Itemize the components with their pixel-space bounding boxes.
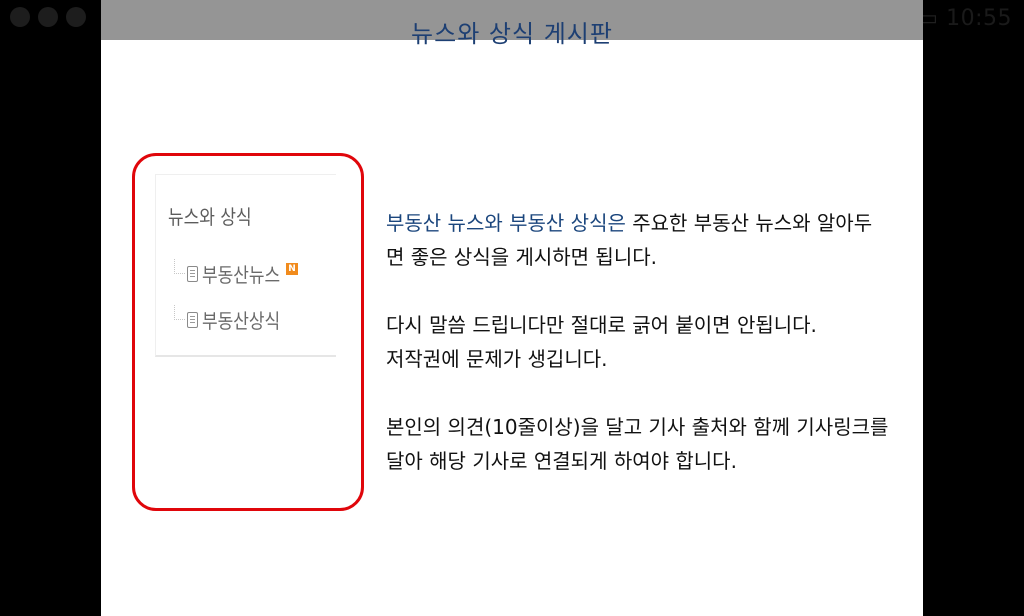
board-title: 뉴스와 상식 <box>168 205 252 229</box>
board-item-label: 부동산뉴스 <box>202 263 281 287</box>
paragraph-line: 저작권에 문제가 생깁니다. <box>386 347 608 371</box>
paragraph-2: 다시 말씀 드립니다만 절대로 긁어 붙이면 안됩니다. 저작권에 문제가 생깁… <box>386 308 916 376</box>
line-text: 면 좋은 상식을 게시하면 됩니다. <box>386 245 657 269</box>
body-text: 부동산 뉴스와 부동산 상식은 주요한 부동산 뉴스와 알아두 면 좋은 상식을… <box>386 206 916 512</box>
paragraph-line: 본인의 의견(10줄이상)을 달고 기사 출처와 함께 기사링크를 <box>386 415 889 439</box>
new-badge: N <box>286 262 298 275</box>
app-icon <box>10 7 30 27</box>
paragraph-line: 다시 말씀 드립니다만 절대로 긁어 붙이면 안됩니다. <box>386 313 817 337</box>
paragraph-line: 부동산 뉴스와 부동산 상식은 주요한 부동산 뉴스와 알아두 <box>386 206 916 240</box>
screenshot-frame: 뉴스와 상식 부동산뉴스 N 부동산상식 <box>132 153 364 511</box>
screen: 🔇 ⏰ 📶 ▂▄▆ ▭ 10:55 뉴스와 상식 게시판 뉴스와 상식 부동산뉴… <box>0 0 1024 616</box>
paragraph-line: 면 좋은 상식을 게시하면 됩니다. <box>386 240 916 274</box>
document-icon <box>187 265 198 282</box>
line-text: 주요한 부동산 뉴스와 알아두 <box>625 211 873 235</box>
slide-title: 뉴스와 상식 게시판 <box>411 20 613 48</box>
board-screenshot: 뉴스와 상식 부동산뉴스 N 부동산상식 <box>155 174 336 357</box>
tree-line-icon <box>174 259 185 274</box>
paragraph-1: 부동산 뉴스와 부동산 상식은 주요한 부동산 뉴스와 알아두 면 좋은 상식을… <box>386 206 916 274</box>
chat-icon <box>38 7 58 27</box>
board-item-knowledge: 부동산상식 <box>174 305 294 334</box>
paragraph-line: 달아 해당 기사로 연결되게 하여야 합니다. <box>386 449 737 473</box>
status-time: 10:55 <box>946 6 1012 31</box>
paragraph-3: 본인의 의견(10줄이상)을 달고 기사 출처와 함께 기사링크를 달아 해당 … <box>386 410 916 478</box>
board-item-news: 부동산뉴스 N <box>174 259 298 288</box>
phone-icon <box>66 7 86 27</box>
board-item-label: 부동산상식 <box>202 309 281 333</box>
slide: 뉴스와 상식 게시판 뉴스와 상식 부동산뉴스 N 부동산상식 부동산 뉴스와 … <box>101 0 923 616</box>
status-left <box>10 7 86 27</box>
tree-line-icon <box>174 305 185 320</box>
document-icon <box>187 311 198 328</box>
highlight-text: 부동산 뉴스와 부동산 상식은 <box>386 211 626 235</box>
